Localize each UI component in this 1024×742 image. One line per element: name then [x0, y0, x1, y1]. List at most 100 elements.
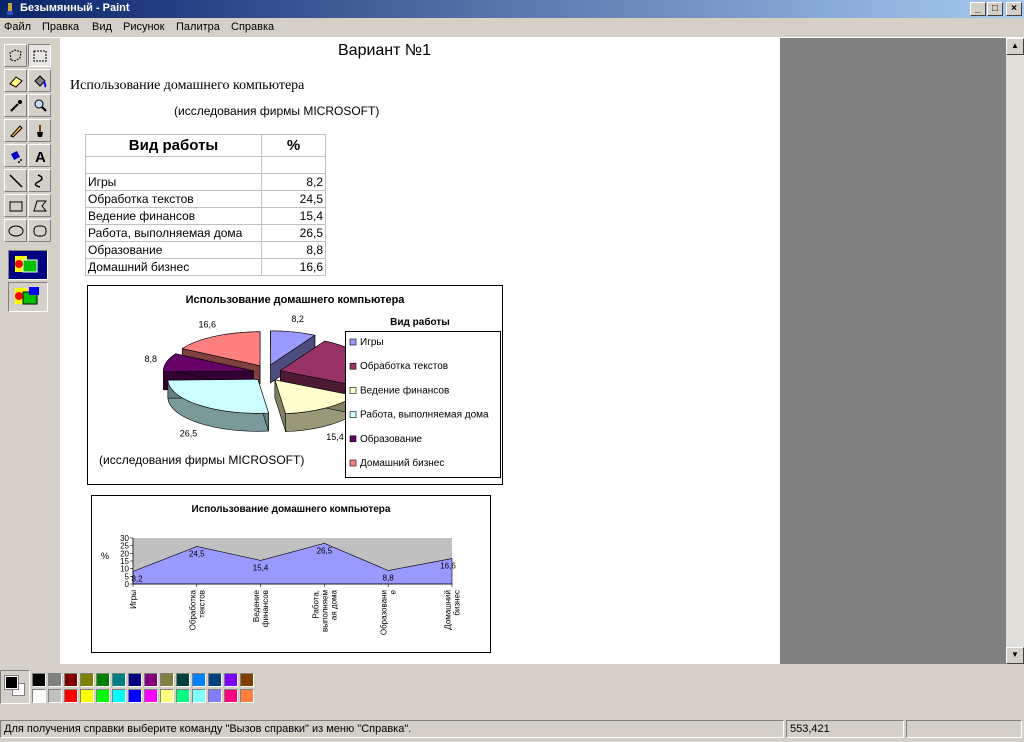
airbrush-tool[interactable]: [4, 144, 27, 167]
menu-bar: Файл Правка Вид Рисунок Палитра Справка: [0, 18, 1024, 38]
x-tick-label: финансов: [261, 590, 270, 627]
palette-color-swatch[interactable]: [128, 673, 142, 687]
table-cell-value: 15,4: [261, 207, 326, 225]
free-select-icon: [9, 49, 22, 62]
palette-color-swatch[interactable]: [224, 673, 238, 687]
table-row: Игры 8,2: [85, 173, 326, 191]
y-tick-label: 15: [120, 557, 129, 566]
scroll-down-button[interactable]: ▼: [1006, 647, 1024, 664]
palette-color-swatch[interactable]: [96, 673, 110, 687]
palette-color-swatch[interactable]: [32, 673, 46, 687]
ellipse-tool[interactable]: [4, 219, 27, 242]
selection-opaque-option[interactable]: [8, 250, 48, 280]
palette-color-swatch[interactable]: [160, 689, 174, 703]
x-tick-label: текстов: [197, 590, 206, 618]
pie-title: Использование домашнего компьютера: [186, 294, 406, 306]
palette-color-swatch[interactable]: [128, 689, 142, 703]
menu-image[interactable]: Рисунок: [123, 21, 165, 33]
curve-tool[interactable]: [28, 169, 51, 192]
x-tick-label: Игры: [129, 590, 138, 609]
menu-file[interactable]: Файл: [4, 21, 31, 33]
palette-color-swatch[interactable]: [160, 673, 174, 687]
magnifier-icon: [34, 99, 47, 112]
polygon-tool[interactable]: [28, 194, 51, 217]
rectangle-tool[interactable]: [4, 194, 27, 217]
free-select-tool[interactable]: [4, 44, 27, 67]
x-tick-label: Образовани: [380, 590, 389, 635]
paint-bucket-icon: [34, 75, 47, 88]
close-button[interactable]: ×: [1006, 2, 1022, 16]
pie-data-label: 16,6: [198, 319, 216, 329]
palette-color-swatch[interactable]: [240, 673, 254, 687]
palette-color-swatch[interactable]: [176, 689, 190, 703]
line-icon: [9, 174, 23, 188]
selection-transparent-option[interactable]: [8, 282, 48, 312]
palette-color-swatch[interactable]: [208, 673, 222, 687]
palette-color-swatch[interactable]: [208, 689, 222, 703]
pie-data-label: 8,8: [145, 354, 158, 364]
palette-color-swatch[interactable]: [48, 689, 62, 703]
menu-palette[interactable]: Палитра: [176, 21, 220, 33]
palette-color-swatch[interactable]: [224, 689, 238, 703]
palette-color-swatch[interactable]: [64, 689, 78, 703]
palette-color-swatch[interactable]: [176, 673, 190, 687]
line-tool[interactable]: [4, 169, 27, 192]
x-tick-label: выполняем: [320, 590, 329, 632]
palette-color-swatch[interactable]: [32, 689, 46, 703]
menu-view[interactable]: Вид: [92, 21, 112, 33]
scroll-up-button[interactable]: ▲: [1006, 38, 1024, 55]
eyedropper-tool[interactable]: [4, 94, 27, 117]
foreground-color-swatch[interactable]: [4, 675, 19, 690]
table-row: Ведение финансов 15,4: [85, 207, 326, 225]
airbrush-icon: [11, 151, 22, 163]
menu-edit[interactable]: Правка: [42, 21, 79, 33]
fill-tool[interactable]: [28, 69, 51, 92]
rectangle-icon: [9, 201, 23, 212]
menu-help[interactable]: Справка: [231, 21, 274, 33]
pie-legend: Игры Обработка текстов Ведение финансов Раб…: [345, 331, 501, 478]
title-bar: Безымянный - Paint _ □ ×: [0, 0, 1024, 18]
eraser-tool[interactable]: [4, 69, 27, 92]
minimize-button[interactable]: _: [970, 2, 986, 16]
palette-color-swatch[interactable]: [192, 673, 206, 687]
palette-color-swatch[interactable]: [240, 689, 254, 703]
area-data-label: 8,2: [131, 574, 143, 583]
legend-swatch: [349, 411, 357, 418]
legend-swatch: [349, 362, 357, 370]
legend-item: Игры: [360, 337, 384, 348]
svg-text:A: A: [35, 149, 46, 164]
eraser-icon: [9, 76, 23, 88]
opaque-selection-icon: [9, 251, 47, 279]
palette-color-swatch[interactable]: [96, 689, 110, 703]
palette-color-swatch[interactable]: [144, 673, 158, 687]
window-title: Безымянный - Paint: [20, 2, 130, 14]
table-header-name: Вид работы: [85, 134, 262, 157]
transparent-selection-icon: [15, 287, 39, 305]
table-row: Образование 8,8: [85, 241, 326, 259]
pencil-tool[interactable]: [4, 119, 27, 142]
vertical-scrollbar[interactable]: ▲ ▼: [1006, 38, 1024, 664]
current-colors[interactable]: [0, 670, 30, 704]
table-cell-value: 26,5: [261, 224, 326, 242]
status-coordinates: 553,421: [786, 720, 904, 738]
table-cell-value: 8,2: [261, 173, 326, 191]
rounded-rect-tool[interactable]: [28, 219, 51, 242]
rect-select-tool[interactable]: [28, 44, 51, 67]
palette-color-swatch[interactable]: [80, 673, 94, 687]
y-tick-label: 10: [120, 565, 129, 574]
magnifier-tool[interactable]: [28, 94, 51, 117]
table-row: Работа, выполняемая дома 26,5: [85, 224, 326, 242]
status-bar: Для получения справки выберите команду "…: [0, 718, 1024, 740]
palette-color-swatch[interactable]: [192, 689, 206, 703]
drawing-canvas[interactable]: Вариант №1 Использование домашнего компь…: [60, 38, 780, 664]
text-tool[interactable]: A: [28, 144, 51, 167]
maximize-button[interactable]: □: [987, 2, 1003, 16]
palette-color-swatch[interactable]: [48, 673, 62, 687]
palette-color-swatch[interactable]: [112, 689, 126, 703]
rounded-rect-icon: [33, 225, 47, 237]
palette-color-swatch[interactable]: [144, 689, 158, 703]
palette-color-swatch[interactable]: [80, 689, 94, 703]
palette-color-swatch[interactable]: [64, 673, 78, 687]
brush-tool[interactable]: [28, 119, 51, 142]
palette-color-swatch[interactable]: [112, 673, 126, 687]
